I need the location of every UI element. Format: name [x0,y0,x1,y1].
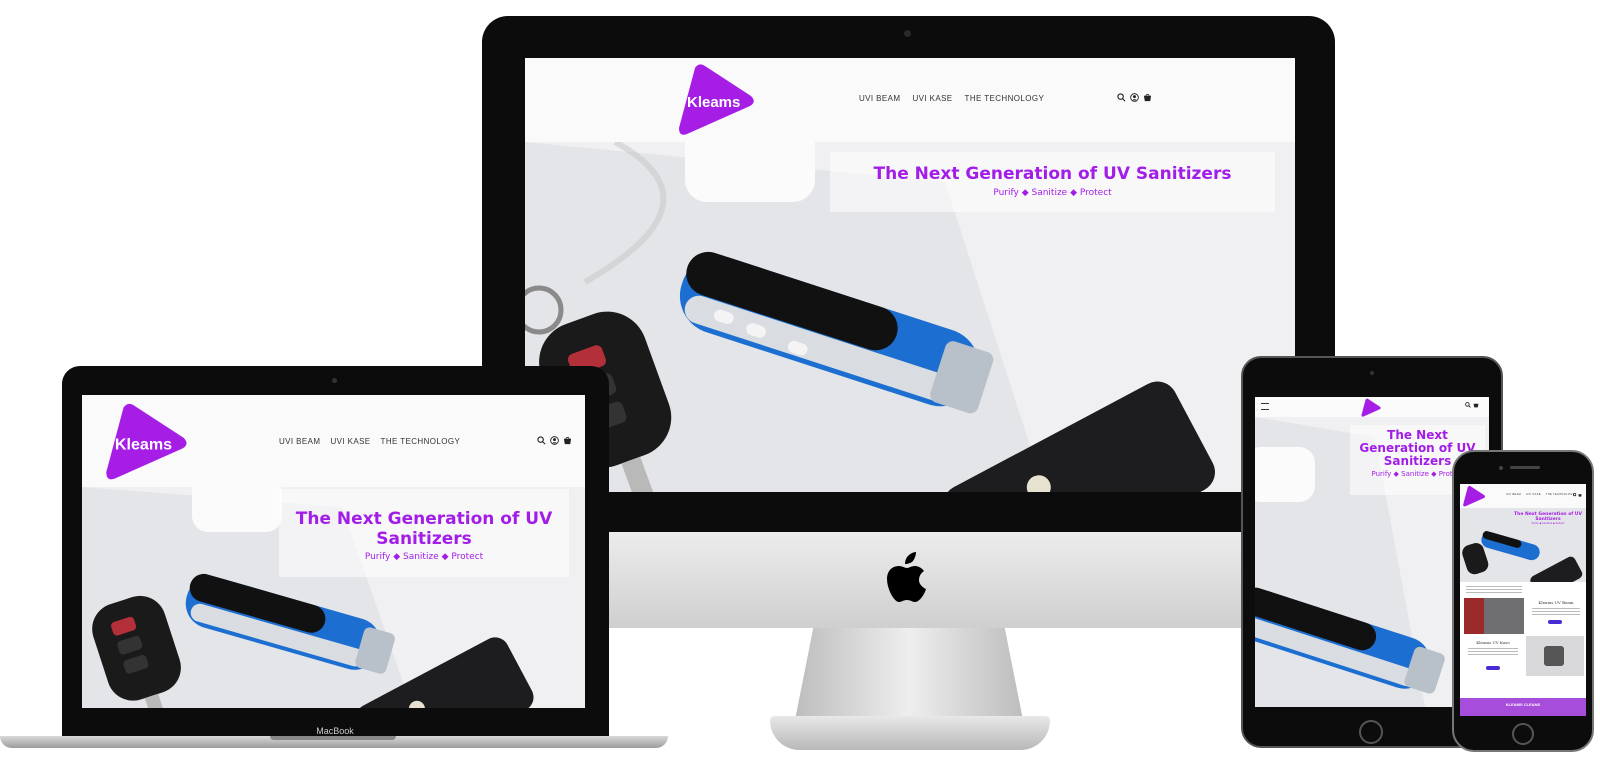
nav-item-uvi-beam[interactable]: UVI BEAM [279,437,320,446]
kleams-logo[interactable] [1462,485,1486,507]
main-nav: UVI BEAM UVI KASE THE TECHNOLOGY [859,94,1044,103]
header-icons [1117,93,1152,102]
hero-subtitle: Purify ◆ Sanitize ◆ Protect [993,188,1112,198]
kleams-logo[interactable]: Kleams [102,401,190,481]
imac-stand-foot [770,716,1050,750]
nav-item-uvi-kase[interactable]: UVI KASE [330,437,370,446]
iphone-home-button [1512,723,1534,745]
kleams-cleans-banner: KLEAMS CLEANS [1460,698,1586,716]
ipad-home-button [1359,720,1383,744]
hero-subtitle: Purify ◆ Sanitize ◆ Protect [1531,522,1565,525]
logo-text: Kleams [687,94,740,111]
logo-text: Kleams [115,436,172,454]
header-icons [1465,402,1479,408]
kase-heading: Kleams UV Kase [1476,640,1510,645]
kleams-logo[interactable] [1360,398,1382,417]
kase-description [1468,648,1518,655]
macbook-notch [270,736,396,740]
hero-subtitle: Purify ◆ Sanitize ◆ Protect [364,552,484,562]
main-nav: UVI BEAM UVI KASE THE TECHNOLOGY [1506,493,1575,496]
nav-item-technology[interactable]: THE TECHNOLOGY [1546,493,1575,496]
account-icon[interactable] [550,436,559,445]
nav-item-uvi-beam[interactable]: UVI BEAM [1506,493,1521,496]
iphone-website: UVI BEAM UVI KASE THE TECHNOLOGY The Nex… [1460,484,1586,716]
header-icons [537,436,572,445]
nav-item-uvi-beam[interactable]: UVI BEAM [859,94,900,103]
beam-shop-button[interactable] [1548,620,1562,624]
apple-logo-icon [884,550,934,606]
cart-icon[interactable] [563,436,572,445]
hamburger-menu-icon[interactable] [1261,403,1269,410]
hero-section: The Next Generation of UV Sanitizers Pur… [82,487,585,708]
product-sections: Kleams UV Beam Kleams UV Kase [1460,582,1586,682]
macbook-label: MacBook [316,726,354,736]
hero-title: The Next Generation of UV Sanitizers [1514,512,1582,522]
site-header [1255,397,1489,417]
banner-title: KLEAMS CLEANS [1505,702,1541,707]
hero-text-panel: The Next Generation of UV Sanitizers Pur… [279,489,569,577]
nav-item-technology[interactable]: THE TECHNOLOGY [965,94,1045,103]
main-nav: UVI BEAM UVI KASE THE TECHNOLOGY [279,437,460,446]
iphone-speaker [1510,466,1540,469]
account-icon[interactable] [1130,93,1139,102]
kleams-logo[interactable]: Kleams [675,62,757,136]
site-header: Kleams UVI BEAM UVI KASE THE TECHNOLOGY [525,58,1295,142]
uv-kase-photo [1526,636,1584,676]
hero-title: The Next Generation of UV Sanitizers [279,509,569,549]
search-icon[interactable] [1573,493,1577,497]
cart-icon[interactable] [1578,493,1582,497]
iphone-camera [1499,466,1503,470]
cart-icon[interactable] [1473,402,1479,408]
kase-shop-button[interactable] [1486,666,1500,670]
hero-text-panel: The Next Generation of UV Sanitizers Pur… [1512,512,1584,525]
intro-text-block [1466,586,1522,593]
uv-beam-photo [1464,598,1524,634]
search-icon[interactable] [537,436,546,445]
cart-icon[interactable] [1143,93,1152,102]
imac-website: Kleams UVI BEAM UVI KASE THE TECHNOLOGY [525,58,1295,492]
macbook-camera [332,378,337,383]
imac-camera [904,30,911,37]
hero-title-line2: Sanitizers [376,529,472,549]
hero-section: The Next Generation of UV Sanitizers Pur… [525,142,1295,492]
search-icon[interactable] [1117,93,1126,102]
hero-title: The Next Generation of UV Sanitizers [873,164,1232,184]
ipad-camera [1370,371,1374,375]
nav-item-uvi-kase[interactable]: UVI KASE [912,94,952,103]
hero-text-panel: The Next Generation of UV Sanitizers Pur… [830,152,1275,212]
hero-section: The Next Generation of UV Sanitizers Pur… [1460,508,1586,582]
imac-stand-neck [795,628,1023,720]
site-header: UVI BEAM UVI KASE THE TECHNOLOGY [1460,484,1586,508]
macbook-website: Kleams UVI BEAM UVI KASE THE TECHNOLOGY [82,395,585,708]
hero-title-line1: The Next Generation of UV [295,509,553,529]
header-icons [1573,493,1582,497]
nav-item-technology[interactable]: THE TECHNOLOGY [381,437,461,446]
beam-description [1532,608,1580,615]
site-header: Kleams UVI BEAM UVI KASE THE TECHNOLOGY [82,395,585,487]
search-icon[interactable] [1465,402,1471,408]
nav-item-uvi-kase[interactable]: UVI KASE [1526,493,1541,496]
beam-heading: Kleams UV Beam [1538,600,1574,605]
